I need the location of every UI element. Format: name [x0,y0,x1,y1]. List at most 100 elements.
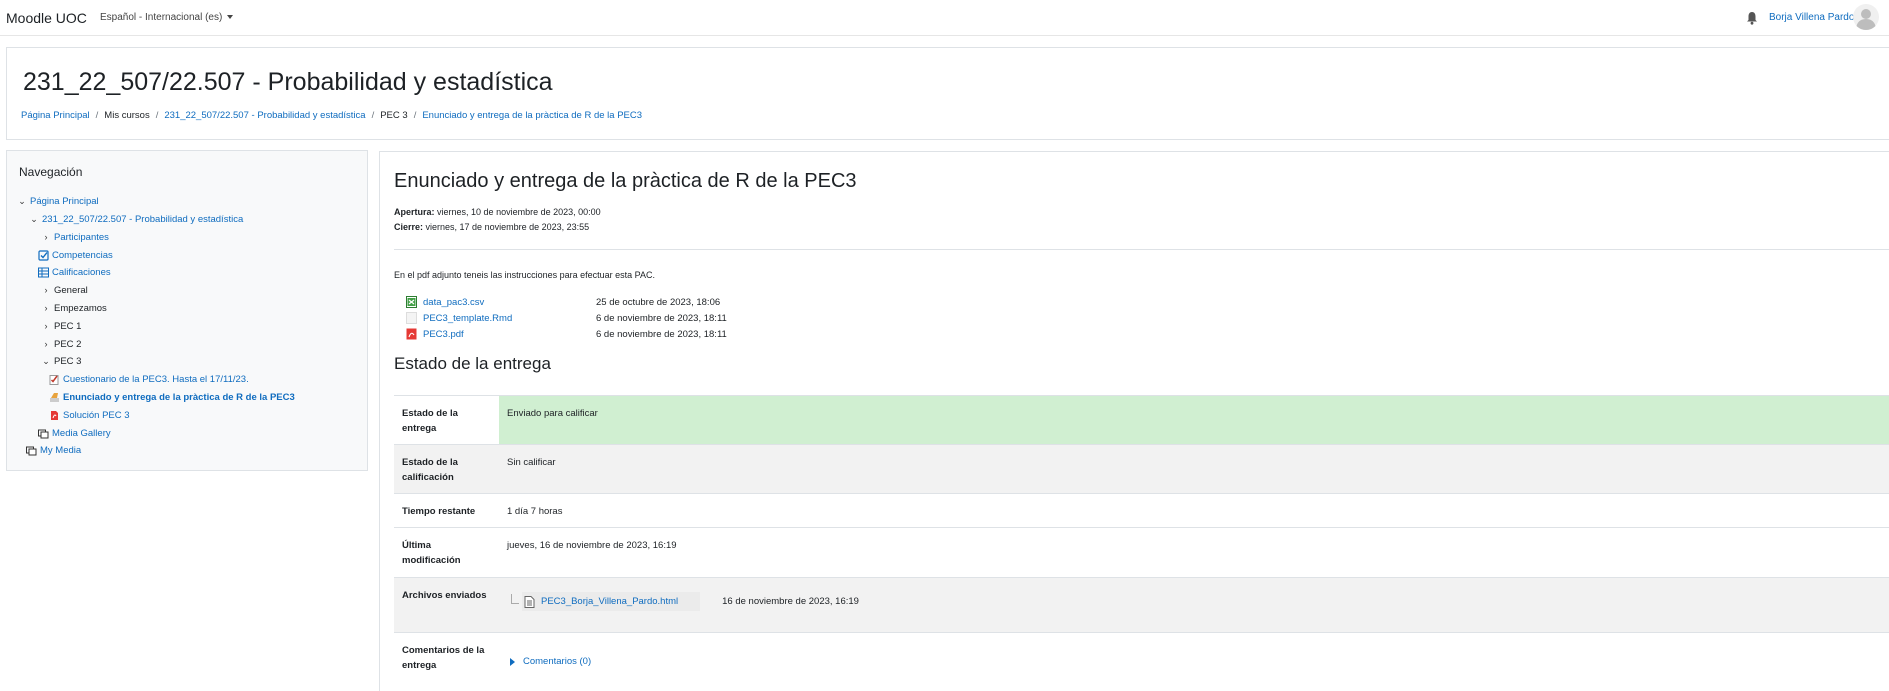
nav-item-grades[interactable]: Calificaciones [38,265,111,279]
nav-item-pec1[interactable]: › PEC 1 [41,319,82,333]
submitted-file-link[interactable]: PEC3_Borja_Villena_Pardo.html [541,594,678,609]
nav-item-assignment-current[interactable]: Enunciado y entrega de la pràctica de R … [49,390,295,404]
assignment-icon [50,392,59,402]
quiz-icon [49,374,59,385]
checkbox-icon [38,249,49,261]
nav-item-quiz[interactable]: Cuestionario de la PEC3. Hasta el 17/11/… [49,372,249,386]
tree-connector [511,593,519,604]
nav-item-media-gallery[interactable]: Media Gallery [38,426,111,440]
pdf-icon [406,328,417,340]
nav-item-label[interactable]: PEC 3 [54,356,81,367]
chevron-down-icon: ⌄ [30,213,38,224]
nav-item-label[interactable]: PEC 1 [54,321,81,332]
table-row: Archivos enviados PEC3_Borja_Villena_Par… [394,577,1889,633]
nav-item-label[interactable]: Enunciado y entrega de la pràctica de R … [63,392,295,403]
table-row: Comentarios de la entrega Comentarios (0… [394,632,1889,683]
activity-title: Enunciado y entrega de la pràctica de R … [394,170,857,192]
site-brand[interactable]: Moodle UOC [6,10,87,26]
submitted-file: PEC3_Borja_Villena_Pardo.html 16 de novi… [507,592,1889,611]
chevron-right-icon: › [44,303,48,313]
nav-item-general[interactable]: › General [41,283,88,297]
table-row: Tiempo restante 1 día 7 horas [394,493,1889,528]
attachment-link[interactable]: PEC3_template.Rmd [423,313,512,324]
nav-item-course[interactable]: ⌄ 231_22_507/22.507 - Probabilidad y est… [29,212,243,226]
nav-item-label[interactable]: General [54,285,88,296]
media-gallery-icon [26,446,37,455]
nav-item-label[interactable]: Calificaciones [52,267,111,278]
row-label: Comentarios de la entrega [394,632,499,683]
nav-item-my-media[interactable]: My Media [26,443,81,457]
nav-item-label[interactable]: Empezamos [54,303,107,314]
chevron-down-icon: ⌄ [18,195,26,206]
table-icon [38,267,49,277]
submitted-file-entry: PEC3_Borja_Villena_Pardo.html [522,592,701,611]
opening-value: viernes, 10 de noviembre de 2023, 00:00 [437,207,601,217]
nav-item-label[interactable]: Solución PEC 3 [63,410,130,421]
row-label: Estado de la calificación [394,444,499,494]
table-row: Estado de la calificación Sin calificar [394,444,1889,494]
breadcrumb-separator: / [95,110,99,121]
nav-item-label[interactable]: Participantes [54,232,109,243]
closing-date: Cierre: viernes, 17 de noviembre de 2023… [394,222,589,232]
submitted-file-date: 16 de noviembre de 2023, 16:19 [722,596,859,607]
breadcrumb-separator: / [155,110,159,121]
row-label: Archivos enviados [394,577,499,633]
attachment-link[interactable]: data_pac3.csv [423,297,484,308]
nav-item-label[interactable]: My Media [40,445,81,456]
nav-item-participants[interactable]: › Participantes [41,230,109,244]
attachment-link[interactable]: PEC3.pdf [423,329,464,340]
nav-item-label[interactable]: 231_22_507/22.507 - Probabilidad y estad… [42,214,243,225]
divider [394,249,1889,250]
breadcrumb-activity[interactable]: Enunciado y entrega de la pràctica de R … [422,110,642,121]
comments-toggle[interactable]: Comentarios (0) [507,654,1889,669]
nav-item-solution[interactable]: Solución PEC 3 [49,408,130,422]
nav-item-competencies[interactable]: Competencias [38,248,113,262]
page-title: 231_22_507/22.507 - Probabilidad y estad… [23,68,553,96]
nav-item-pec2[interactable]: › PEC 2 [41,337,82,351]
closing-label: Cierre: [394,222,424,232]
table-row: Última modificación jueves, 16 de noviem… [394,527,1889,578]
row-label: Tiempo restante [394,493,499,528]
html-file-icon [524,595,535,608]
chevron-right-icon: › [44,232,48,242]
submission-status-table: Estado de la entrega Enviado para califi… [394,395,1889,683]
attachment-date: 6 de noviembre de 2023, 18:11 [596,328,727,340]
breadcrumb-course[interactable]: 231_22_507/22.507 - Probabilidad y estad… [164,110,365,121]
attachment-row: PEC3_template.Rmd 6 de noviembre de 2023… [394,311,727,325]
nav-item-home[interactable]: ⌄ Página Principal [17,194,99,208]
nav-item-label[interactable]: Página Principal [30,196,99,207]
table-row: Estado de la entrega Enviado para califi… [394,395,1889,445]
attachment-row: data_pac3.csv 25 de octubre de 2023, 18:… [394,295,720,309]
notifications-bell-icon[interactable] [1746,11,1758,25]
breadcrumb: Página Principal / Mis cursos / 231_22_507/2… [21,110,642,121]
chevron-right-icon: › [44,285,48,295]
caret-down-icon [227,15,234,20]
breadcrumb-separator: / [413,110,417,121]
chevron-right-icon: › [44,321,48,331]
opening-label: Apertura: [394,207,435,217]
breadcrumb-separator: / [371,110,375,121]
nav-item-label[interactable]: Cuestionario de la PEC3. Hasta el 17/11/… [63,374,249,385]
breadcrumb-home[interactable]: Página Principal [21,110,90,121]
closing-value: viernes, 17 de noviembre de 2023, 23:55 [425,222,590,232]
user-avatar-icon[interactable] [1853,4,1879,30]
nav-item-label[interactable]: PEC 2 [54,339,81,350]
activity-intro: En el pdf adjunto teneis las instruccion… [394,270,655,280]
comments-link[interactable]: Comentarios (0) [523,654,591,669]
grading-value: Sin calificar [499,444,1889,494]
breadcrumb-my-courses: Mis cursos [104,110,150,121]
navigation-block: Navegación ⌄ Página Principal ⌄ 231_22_5… [6,150,368,471]
language-menu[interactable]: Español - Internacional (es) [100,12,234,23]
chevron-down-icon: ⌄ [42,355,50,366]
status-value: Enviado para calificar [499,395,1889,445]
nav-item-pec3[interactable]: ⌄ PEC 3 [41,354,81,368]
submission-status-title: Estado de la entrega [394,354,551,373]
user-menu-name[interactable]: Borja Villena Pardo [1769,12,1854,23]
breadcrumb-section: PEC 3 [380,110,408,121]
chevron-right-icon: › [44,339,48,349]
nav-item-label[interactable]: Competencias [52,250,113,261]
nav-item-empezamos[interactable]: › Empezamos [41,301,107,315]
comments-cell: Comentarios (0) [499,632,1889,683]
nav-item-label[interactable]: Media Gallery [52,428,111,439]
triangle-right-icon [510,657,515,666]
